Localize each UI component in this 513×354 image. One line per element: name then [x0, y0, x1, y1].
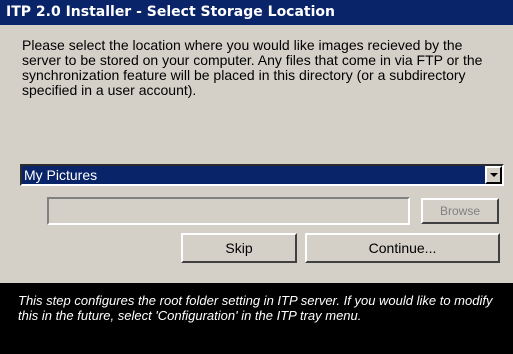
window-title: ITP 2.0 Installer - Select Storage Locat…: [0, 0, 513, 25]
location-dropdown-value: My Pictures: [24, 167, 98, 183]
footer-text: This step configures the root folder set…: [18, 293, 493, 323]
skip-button[interactable]: Skip: [181, 233, 297, 263]
instruction-text: Please select the location where you wou…: [22, 37, 483, 98]
footer-panel: This step configures the root folder set…: [0, 283, 513, 354]
location-dropdown[interactable]: My Pictures: [20, 164, 504, 186]
continue-button[interactable]: Continue...: [305, 233, 500, 263]
dropdown-button[interactable]: [485, 166, 502, 184]
path-input[interactable]: [47, 197, 410, 225]
chevron-down-icon: [490, 173, 498, 177]
browse-button[interactable]: Browse: [421, 198, 499, 224]
